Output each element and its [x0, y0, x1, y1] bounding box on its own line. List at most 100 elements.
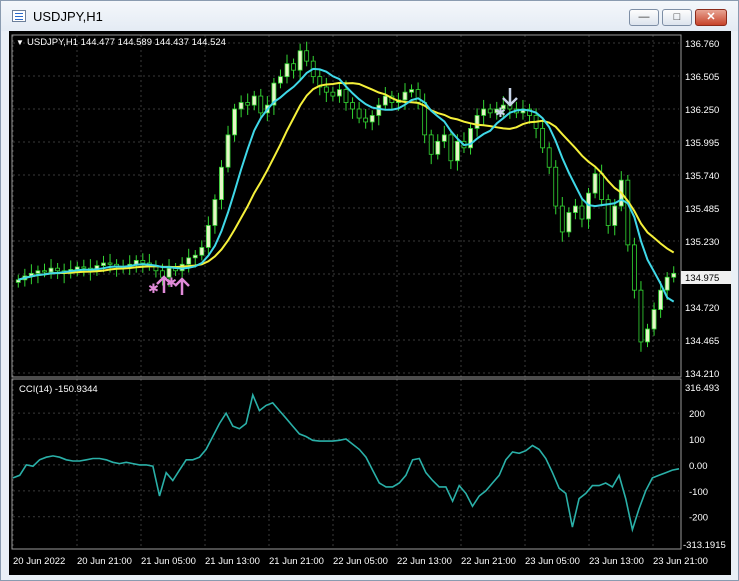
- candle-body: [612, 205, 618, 226]
- candle-body: [664, 276, 670, 291]
- candle-body: [251, 95, 257, 106]
- buy-star-icon: ✱: [166, 275, 177, 290]
- candle-body: [481, 108, 487, 116]
- candle-body: [474, 115, 480, 129]
- candle-body: [435, 140, 441, 155]
- candle-body: [599, 173, 605, 200]
- cci-level-label: 0.00: [689, 461, 708, 472]
- candle-body: [573, 205, 578, 213]
- candle-body: [284, 63, 290, 78]
- ma-slow-line: [18, 81, 675, 281]
- minimize-button[interactable]: —: [629, 9, 659, 26]
- price-axis-label: 136.505: [685, 72, 719, 83]
- candle-body: [566, 212, 572, 233]
- time-axis-label: 20 Jun 21:00: [77, 556, 132, 567]
- candle-body: [238, 102, 244, 110]
- time-axis-label: 20 Jun 2022: [13, 556, 65, 567]
- price-axis-label: 135.485: [685, 204, 719, 215]
- price-axis-label: 134.720: [685, 303, 719, 314]
- candle-body: [74, 266, 80, 270]
- chart-window: USDJPY,H1 — □ ✕ ✱ ✱ ✱ 136.760 136.505 13…: [0, 0, 739, 581]
- candle-body: [645, 328, 650, 343]
- price-axis-label: 134.465: [685, 336, 719, 347]
- time-axis-label: 21 Jun 05:00: [141, 556, 196, 567]
- candle-body: [48, 267, 54, 273]
- candle-body: [546, 147, 552, 168]
- candle-body: [356, 108, 362, 119]
- candle-body: [441, 134, 447, 142]
- cci-top-value: 316.493: [685, 383, 719, 394]
- time-axis-label: 22 Jun 21:00: [461, 556, 516, 567]
- candle-body: [35, 270, 41, 274]
- time-axis-label: 23 Jun 21:00: [653, 556, 708, 567]
- candle-body: [487, 108, 493, 114]
- cci-label: CCI(14) -150.9344: [19, 384, 98, 395]
- price-axis-label: 135.995: [685, 138, 719, 149]
- maximize-button[interactable]: □: [662, 9, 692, 26]
- title-bar[interactable]: USDJPY,H1 — □ ✕: [1, 1, 738, 31]
- time-axis-label: 22 Jun 05:00: [333, 556, 388, 567]
- candle-body: [343, 89, 349, 103]
- candle-body: [350, 102, 355, 110]
- candle-body: [448, 134, 454, 162]
- candle-body: [363, 117, 369, 123]
- grid: [12, 35, 679, 549]
- up-arrow-icon: [174, 277, 190, 295]
- cci-level-label: -200: [689, 513, 708, 524]
- candle-body: [631, 244, 637, 291]
- candle-body: [278, 76, 283, 84]
- candle-body: [186, 257, 192, 265]
- cci-panel-border: [11, 378, 682, 550]
- candle-body: [304, 50, 310, 62]
- candle-body: [55, 267, 61, 272]
- candle-body: [540, 128, 546, 149]
- candle-body: [225, 134, 231, 168]
- candle-body: [415, 89, 421, 103]
- candle-body: [219, 166, 224, 200]
- cci-level-label: 200: [689, 409, 705, 420]
- candle-body: [232, 108, 237, 136]
- candle-body: [291, 63, 296, 71]
- candle-body: [337, 89, 342, 97]
- buy-signal: ✱: [166, 275, 190, 295]
- candle-body: [559, 205, 565, 233]
- cci-level-label: -100: [689, 487, 708, 498]
- time-axis-label: 23 Jun 05:00: [525, 556, 580, 567]
- candle-body: [297, 50, 303, 71]
- candle-body: [107, 262, 113, 265]
- candle-body: [671, 272, 677, 278]
- candle-body: [140, 260, 146, 264]
- candle-body: [638, 289, 644, 343]
- chart-canvas[interactable]: ✱ ✱ ✱ 136.760 136.505 136.250 135.995 135.74…: [9, 31, 731, 575]
- candle-body: [455, 140, 460, 162]
- chart-window-icon: [12, 10, 26, 22]
- candle-body: [212, 199, 218, 226]
- cci-bottom-value: -313.1915: [683, 540, 726, 551]
- candle-body: [592, 173, 598, 194]
- time-axis-label: 21 Jun 13:00: [205, 556, 260, 567]
- candle-body: [553, 166, 559, 207]
- candles: [15, 41, 677, 352]
- candle-body: [651, 309, 657, 330]
- candle-body: [409, 89, 414, 93]
- close-button[interactable]: ✕: [695, 9, 727, 26]
- candle-body: [382, 95, 388, 106]
- price-axis-label: 135.740: [685, 171, 719, 182]
- candle-body: [258, 95, 264, 114]
- sell-star-icon: ✱: [495, 105, 506, 120]
- cci-line: [12, 392, 680, 533]
- time-axis-label: 22 Jun 13:00: [397, 556, 452, 567]
- time-axis-label: 21 Jun 21:00: [269, 556, 324, 567]
- current-price-label: 134.975: [685, 273, 719, 284]
- candle-body: [323, 86, 329, 93]
- candle-body: [428, 134, 434, 155]
- candle-body: [42, 270, 47, 273]
- cci-panel: [11, 378, 682, 550]
- chart-svg[interactable]: ✱ ✱ ✱ 136.760136.505136.250135.995135.74…: [9, 31, 731, 575]
- candle-body: [81, 266, 87, 269]
- price-axis-label: 136.760: [685, 39, 719, 50]
- window-title: USDJPY,H1: [33, 9, 103, 24]
- candle-body: [205, 225, 211, 248]
- header-triangle-icon: ▼: [16, 38, 24, 47]
- price-axis-label: 136.250: [685, 105, 719, 116]
